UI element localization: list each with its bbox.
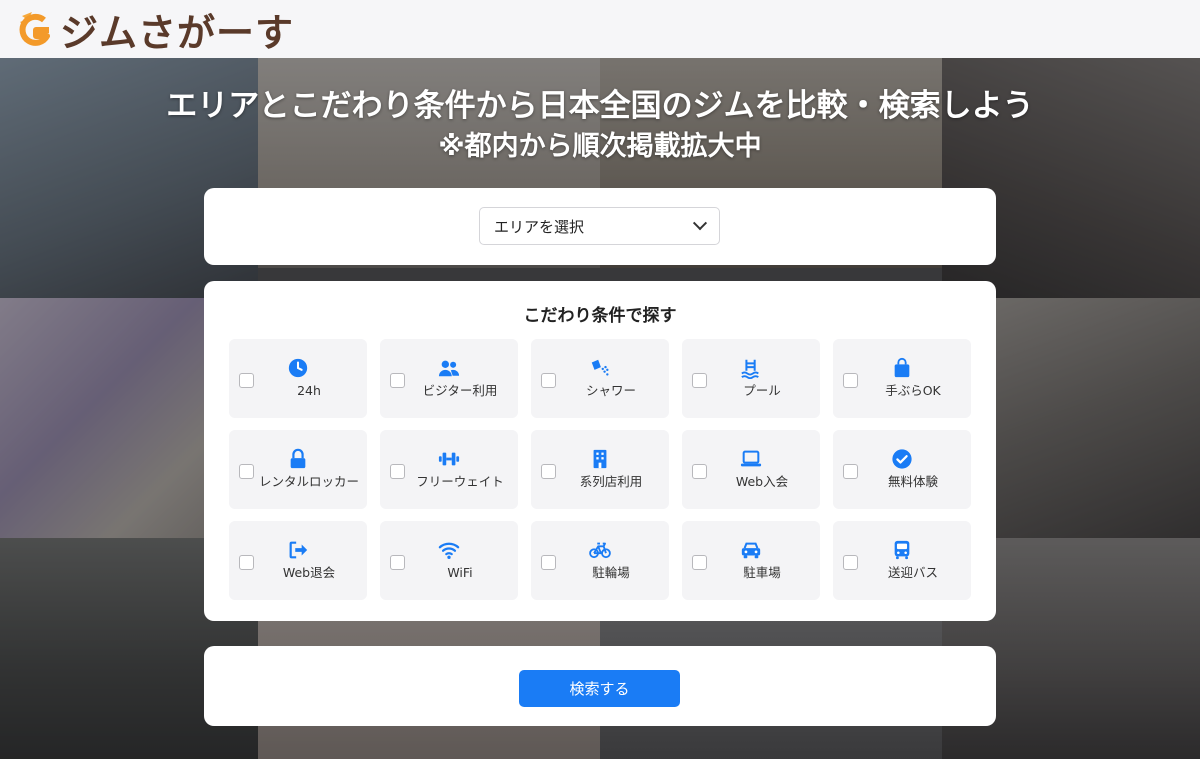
condition-label: Web退会 (282, 565, 336, 580)
condition-item[interactable]: レンタルロッカー (229, 430, 367, 509)
condition-item[interactable]: Web入会 (682, 430, 820, 509)
sign-out-icon (229, 539, 367, 561)
search-card: 検索する (204, 646, 996, 726)
area-select-label: エリアを選択 (494, 217, 585, 236)
bus-icon (833, 539, 971, 561)
clock-icon (229, 357, 367, 379)
condition-item[interactable]: フリーウェイト (380, 430, 518, 509)
condition-item[interactable]: 24h (229, 339, 367, 418)
car-icon (682, 539, 820, 561)
condition-item[interactable]: 駐車場 (682, 521, 820, 600)
pool-icon (682, 357, 820, 379)
condition-label: フリーウェイト (416, 474, 504, 489)
condition-label: 無料体験 (887, 474, 938, 489)
area-card: エリアを選択 (204, 188, 996, 265)
condition-label: ビジター利用 (422, 383, 498, 398)
condition-label: 駐車場 (743, 565, 781, 580)
condition-item[interactable]: 手ぶらOK (833, 339, 971, 418)
laptop-icon (682, 448, 820, 470)
condition-label: WiFi (447, 565, 473, 580)
search-button[interactable]: 検索する (519, 670, 680, 707)
condition-item[interactable]: 系列店利用 (531, 430, 669, 509)
conditions-title: こだわり条件で探す (523, 306, 677, 326)
shower-icon (531, 357, 669, 379)
condition-label: 駐輪場 (592, 565, 630, 580)
condition-item[interactable]: WiFi (380, 521, 518, 600)
condition-item[interactable]: ビジター利用 (380, 339, 518, 418)
condition-item[interactable]: 無料体験 (833, 430, 971, 509)
condition-label: プール (743, 383, 781, 398)
condition-label: 手ぶらOK (885, 383, 941, 398)
wifi-icon (380, 539, 518, 561)
condition-label: 送迎バス (887, 565, 938, 580)
condition-label: シャワー (585, 383, 636, 398)
conditions-grid: 24h ビジター利用 シャワー プール 手ぶらOK レンタルロッカー フリーウェイト 系列店利… (229, 339, 971, 600)
flame-g-logo-icon (19, 12, 50, 46)
condition-item[interactable]: プール (682, 339, 820, 418)
hero-subheadline: ※都内から順次掲載拡大中 (438, 131, 762, 162)
hero-headline: エリアとこだわり条件から日本全国のジムを比較・検索しよう (166, 88, 1034, 124)
condition-item[interactable]: 駐輪場 (531, 521, 669, 600)
site-logo[interactable]: ジムさがーす (14, 2, 294, 57)
bag-icon (833, 357, 971, 379)
bicycle-icon (531, 539, 669, 561)
lock-icon (229, 448, 367, 470)
logo-text: ジムさがーす (60, 10, 295, 55)
building-icon (531, 448, 669, 470)
condition-label: 24h (297, 383, 321, 398)
dumbbell-icon (380, 448, 518, 470)
condition-label: レンタルロッカー (258, 474, 359, 489)
condition-item[interactable]: Web退会 (229, 521, 367, 600)
check-circle-icon (833, 448, 971, 470)
condition-item[interactable]: シャワー (531, 339, 669, 418)
condition-label: Web入会 (735, 474, 789, 489)
condition-label: 系列店利用 (579, 474, 643, 489)
users-icon (380, 357, 518, 379)
site-header: ジムさがーす (0, 0, 1200, 58)
area-select[interactable]: エリアを選択 (479, 207, 720, 245)
chevron-down-icon (692, 216, 708, 231)
conditions-card: こだわり条件で探す 24h ビジター利用 シャワー プール 手ぶらOK レンタルロッカー フ… (204, 281, 996, 621)
condition-item[interactable]: 送迎バス (833, 521, 971, 600)
